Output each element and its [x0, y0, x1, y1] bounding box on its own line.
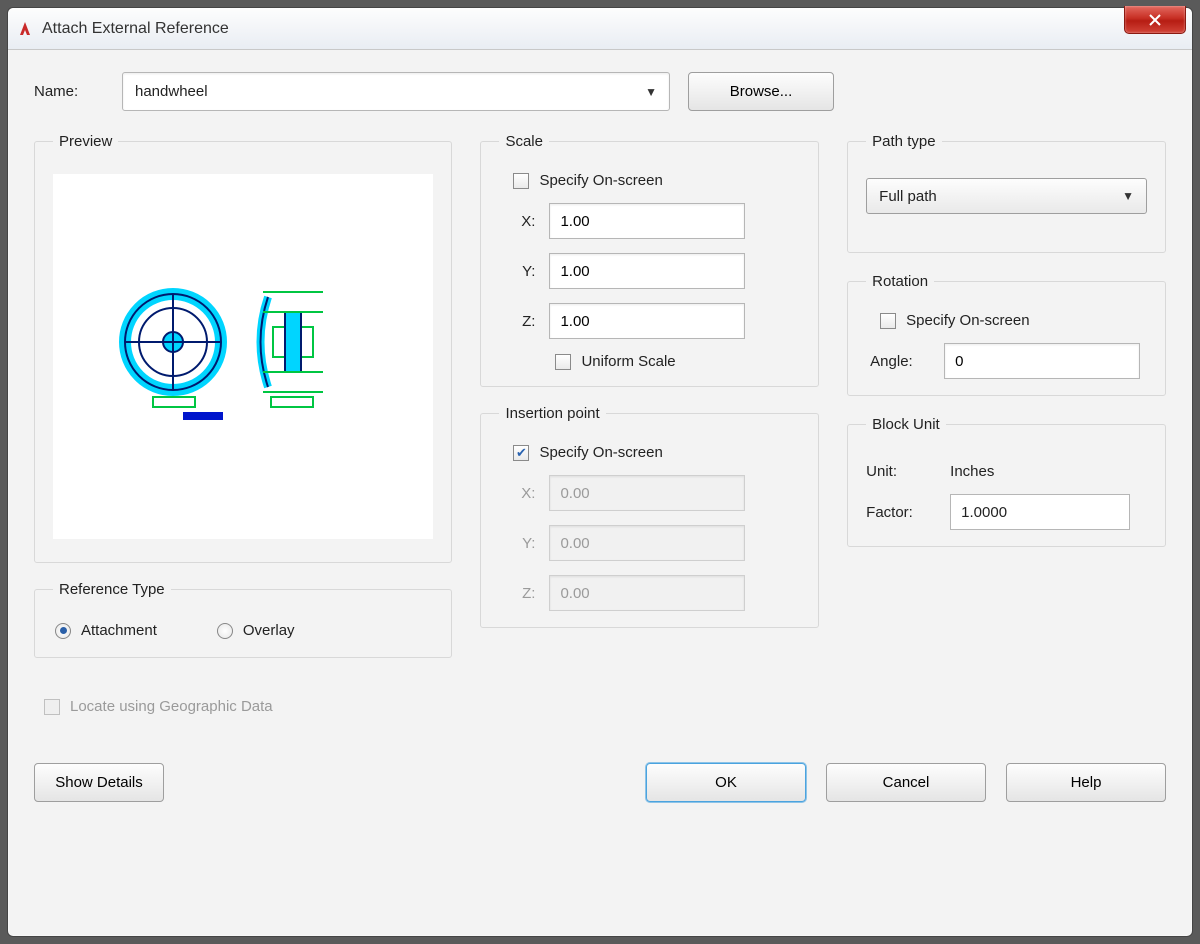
scale-y-input[interactable]: [549, 253, 745, 289]
chevron-down-icon: ▼: [645, 85, 657, 99]
path-type-legend: Path type: [866, 133, 941, 150]
path-type-value: Full path: [879, 188, 937, 205]
factor-label: Factor:: [866, 504, 936, 521]
preview-group: Preview: [34, 133, 452, 563]
rotation-angle-label: Angle:: [870, 353, 930, 370]
browse-button[interactable]: Browse...: [688, 72, 834, 111]
close-button[interactable]: [1124, 6, 1186, 34]
preview-canvas: [53, 174, 433, 539]
insertion-y-input: [549, 525, 745, 561]
uniform-scale-label: Uniform Scale: [581, 353, 675, 370]
radio-icon: [217, 623, 233, 639]
preview-legend: Preview: [53, 133, 118, 150]
scale-x-input[interactable]: [549, 203, 745, 239]
ok-button[interactable]: OK: [646, 763, 806, 802]
radio-icon: [55, 623, 71, 639]
rotation-group: Rotation Specify On-screen Angle:: [847, 273, 1166, 396]
scale-legend: Scale: [499, 133, 549, 150]
locate-geo-checkbox: Locate using Geographic Data: [34, 698, 452, 715]
scale-z-label: Z:: [499, 313, 535, 330]
name-dropdown-value: handwheel: [135, 83, 208, 100]
path-type-group: Path type Full path ▼: [847, 133, 1166, 253]
scale-specify-label: Specify On-screen: [539, 172, 662, 189]
scale-y-label: Y:: [499, 263, 535, 280]
checkbox-icon: [555, 354, 571, 370]
insertion-x-label: X:: [499, 485, 535, 502]
name-dropdown[interactable]: handwheel ▼: [122, 72, 670, 111]
show-details-button[interactable]: Show Details: [34, 763, 164, 802]
cancel-button[interactable]: Cancel: [826, 763, 986, 802]
attachment-label: Attachment: [81, 622, 157, 639]
overlay-label: Overlay: [243, 622, 295, 639]
name-row: Name: handwheel ▼ Browse...: [34, 72, 1166, 111]
name-label: Name:: [34, 83, 104, 100]
rotation-legend: Rotation: [866, 273, 934, 290]
insertion-z-label: Z:: [499, 585, 535, 602]
checkbox-icon: [880, 313, 896, 329]
insertion-x-input: [549, 475, 745, 511]
rotation-angle-input[interactable]: [944, 343, 1140, 379]
reference-type-group: Reference Type Attachment Overlay: [34, 581, 452, 658]
checkbox-icon: [44, 699, 60, 715]
chevron-down-icon: ▼: [1122, 189, 1134, 203]
locate-geo-label: Locate using Geographic Data: [70, 698, 273, 715]
show-details-label: Show Details: [55, 774, 143, 791]
browse-button-label: Browse...: [730, 83, 793, 100]
ok-label: OK: [715, 774, 737, 791]
rotation-specify-checkbox[interactable]: Specify On-screen: [880, 312, 1147, 329]
scale-x-label: X:: [499, 213, 535, 230]
rotation-specify-label: Specify On-screen: [906, 312, 1029, 329]
cancel-label: Cancel: [883, 774, 930, 791]
insertion-point-group: Insertion point Specify On-screen X: Y:: [480, 405, 819, 628]
path-type-dropdown[interactable]: Full path ▼: [866, 178, 1147, 214]
attachment-radio[interactable]: Attachment: [55, 622, 157, 639]
dialog-window: Attach External Reference Name: handwhee…: [7, 7, 1193, 937]
window-title: Attach External Reference: [42, 20, 229, 38]
factor-value: 1.0000: [961, 504, 1007, 521]
checkbox-icon: [513, 445, 529, 461]
checkbox-icon: [513, 173, 529, 189]
uniform-scale-checkbox[interactable]: Uniform Scale: [555, 353, 800, 370]
app-icon: [16, 20, 34, 38]
block-unit-legend: Block Unit: [866, 416, 946, 433]
dialog-body: Name: handwheel ▼ Browse... Preview: [8, 50, 1192, 824]
insertion-specify-checkbox[interactable]: Specify On-screen: [513, 444, 800, 461]
scale-group: Scale Specify On-screen X: Y: Z:: [480, 133, 819, 387]
factor-value-box: 1.0000: [950, 494, 1130, 530]
insertion-specify-label: Specify On-screen: [539, 444, 662, 461]
insertion-legend: Insertion point: [499, 405, 605, 422]
help-button[interactable]: Help: [1006, 763, 1166, 802]
preview-drawing: [93, 272, 393, 442]
block-unit-group: Block Unit Unit: Inches Factor: 1.0000: [847, 416, 1166, 547]
reference-type-legend: Reference Type: [53, 581, 171, 598]
insertion-z-input: [549, 575, 745, 611]
unit-value: Inches: [950, 463, 1130, 480]
titlebar: Attach External Reference: [8, 8, 1192, 50]
scale-specify-checkbox[interactable]: Specify On-screen: [513, 172, 800, 189]
scale-z-input[interactable]: [549, 303, 745, 339]
help-label: Help: [1071, 774, 1102, 791]
insertion-y-label: Y:: [499, 535, 535, 552]
overlay-radio[interactable]: Overlay: [217, 622, 295, 639]
unit-label: Unit:: [866, 463, 936, 480]
